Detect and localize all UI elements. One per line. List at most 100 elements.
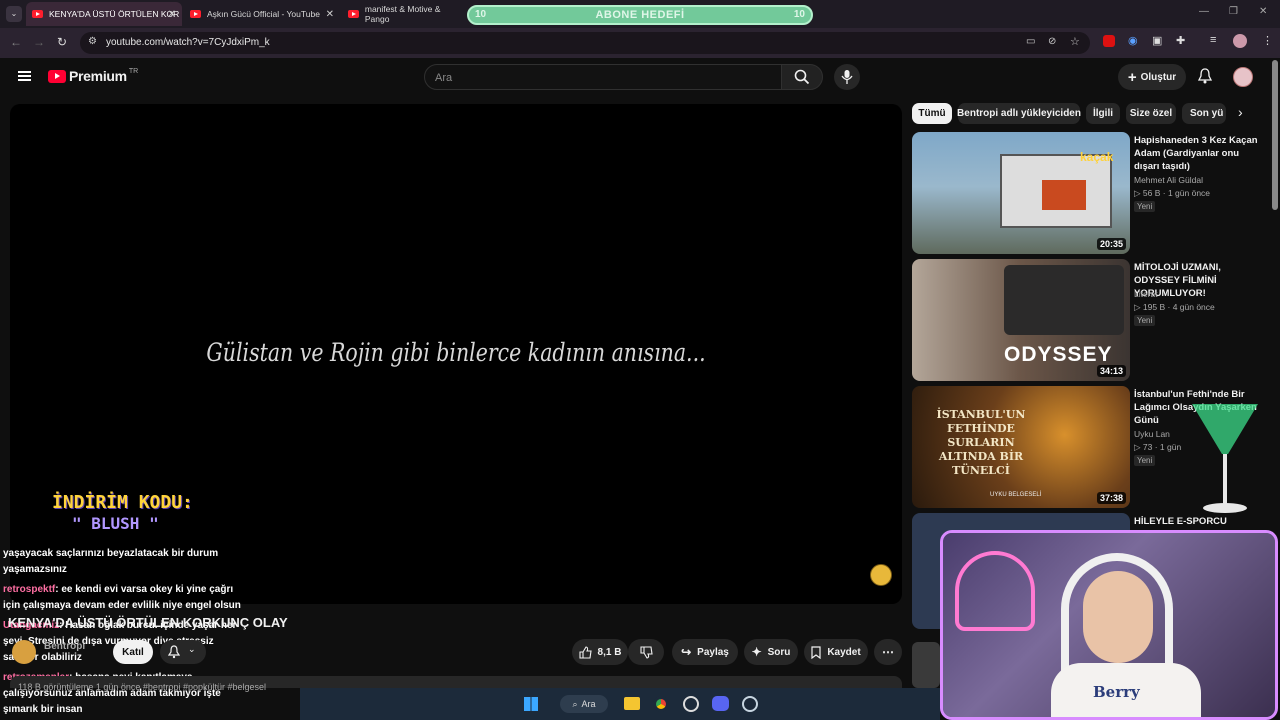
recommendation-channel[interactable]: Literat — [1134, 289, 1158, 299]
thumbs-up-icon — [578, 645, 592, 659]
youtube-logo[interactable]: Premium TR — [48, 68, 138, 84]
back-icon[interactable]: ← — [10, 35, 22, 49]
upload-age: 4 gün önce — [1172, 302, 1215, 312]
thumbnail-text: İSTANBUL'UN FETHİNDE SURLARIN ALTINDA Bİ… — [936, 408, 1026, 477]
voice-search-button[interactable] — [834, 64, 860, 90]
close-tab-icon[interactable]: ✕ — [168, 9, 176, 20]
hamburger-menu-icon[interactable] — [18, 71, 31, 81]
join-button[interactable]: Katıl — [113, 640, 153, 664]
chip-recent[interactable]: Son yü — [1182, 103, 1226, 124]
like-button[interactable]: 8,1 B — [572, 639, 628, 665]
video-thumbnail[interactable]: ODYSSEY 34:13 — [912, 259, 1130, 381]
search-input[interactable]: Ara — [424, 64, 782, 90]
tab-list-dropdown[interactable]: ⌄ — [6, 6, 22, 22]
recommendation-title[interactable]: Hapishaneden 3 Kez Kaçan Adam (Gardiyanl… — [1134, 134, 1264, 173]
notifications-bell-icon[interactable] — [1198, 68, 1212, 84]
ask-label: Soru — [767, 646, 791, 658]
video-caption-text: Gülistan ve Rojin gibi binlerce kadının … — [206, 338, 706, 367]
youtube-header: Premium TR Ara + Oluştur — [0, 58, 1270, 98]
thumbs-down-icon — [639, 645, 653, 659]
new-badge: Yeni — [1134, 315, 1156, 326]
recommendation-channel[interactable]: Mehmet Ali Güldal — [1134, 175, 1203, 185]
steam-icon[interactable] — [742, 696, 758, 712]
chip-related[interactable]: İlgili — [1086, 103, 1120, 124]
upload-age: 1 gün — [1159, 442, 1182, 452]
browser-menu-icon[interactable]: ⋮ — [1262, 34, 1273, 47]
page-scrollbar[interactable] — [1272, 60, 1278, 210]
github-icon[interactable] — [683, 696, 699, 712]
recommendation-item[interactable]: İSTANBUL'UN FETHİNDE SURLARIN ALTINDA Bİ… — [912, 386, 1272, 513]
reload-icon[interactable]: ↻ — [57, 35, 67, 49]
extension-icon[interactable]: ◉ — [1128, 34, 1138, 47]
close-tab-icon[interactable]: ✕ — [326, 9, 334, 20]
new-badge: Yeni — [1134, 455, 1156, 466]
chip-for-you[interactable]: Size özel — [1126, 103, 1176, 124]
extension-icon[interactable] — [1103, 35, 1115, 47]
media-control-icon[interactable]: ≡ — [1210, 34, 1216, 46]
dislike-button[interactable] — [628, 639, 664, 665]
windows-start-icon[interactable] — [524, 697, 538, 711]
video-duration: 37:38 — [1096, 492, 1126, 504]
url-bar[interactable]: ⚙ youtube.com/watch?v=7CyJdxiPm_k ▭ ⊘ ☆ — [80, 32, 1090, 54]
windows-taskbar: ⌕ Ara — [300, 688, 940, 720]
video-player[interactable]: Gülistan ve Rojin gibi binlerce kadının … — [10, 104, 902, 604]
discord-icon[interactable] — [712, 696, 729, 711]
recommendation-channel[interactable]: Uyku Lan — [1134, 429, 1170, 439]
webcam-overlay: Berry — [940, 530, 1278, 720]
hide-icon[interactable]: ⊘ — [1048, 36, 1056, 47]
chat-line: yaşamazsınız — [3, 564, 67, 575]
more-actions-button[interactable]: ⋯ — [874, 639, 902, 665]
plus-icon: + — [1127, 68, 1137, 86]
discount-code-overlay: İNDİRİM KODU: " BLUSH " — [24, 488, 194, 544]
youtube-favicon-icon — [32, 10, 43, 18]
chrome-icon[interactable] — [653, 696, 669, 712]
channel-name[interactable]: Bentropi — [44, 641, 85, 652]
taskbar-search[interactable]: ⌕ Ara — [560, 695, 608, 713]
share-button[interactable]: ↪ Paylaş — [672, 639, 738, 665]
recommendation-meta: ▷ 195 B · 4 gün önce — [1134, 302, 1215, 312]
forward-icon[interactable]: → — [33, 35, 45, 49]
chevron-down-icon: ⌄ — [188, 644, 196, 654]
subscribed-notifications-button[interactable]: ⌄ — [160, 640, 206, 664]
account-avatar[interactable] — [1233, 67, 1253, 87]
search-icon — [794, 69, 810, 85]
video-thumbnail[interactable]: kaçak 20:35 — [912, 132, 1130, 254]
more-horizontal-icon: ⋯ — [882, 645, 894, 659]
video-duration: 34:13 — [1096, 365, 1126, 377]
recommendation-item[interactable]: kaçak 20:35 Hapishaneden 3 Kez Kaçan Ada… — [912, 132, 1272, 254]
chevron-right-icon[interactable]: › — [1238, 104, 1243, 120]
tab-manifest[interactable]: manifest & Motive & Pango — [342, 2, 466, 26]
recommendation-meta: ▷ 73 · 1 gün — [1134, 442, 1182, 452]
profile-avatar-icon[interactable] — [1233, 34, 1247, 48]
minimize-icon[interactable]: — — [1199, 6, 1209, 17]
chip-from-uploader[interactable]: Bentropi adlı yükleyiciden — [957, 103, 1081, 124]
restore-icon[interactable]: ❐ — [1229, 6, 1238, 17]
chip-all[interactable]: Tümü — [912, 103, 952, 124]
thumbnail-subtext: UYKU BELGESELİ — [990, 492, 1042, 498]
channel-avatar[interactable] — [12, 640, 36, 664]
url-text: youtube.com/watch?v=7CyJdxiPm_k — [106, 37, 270, 48]
new-badge: Yeni — [1134, 201, 1156, 212]
description-meta: 118 B görüntüleme 1 gün önce #bentropi #… — [18, 682, 267, 692]
video-thumbnail[interactable]: İSTANBUL'UN FETHİNDE SURLARIN ALTINDA Bİ… — [912, 386, 1130, 508]
site-info-icon[interactable]: ⚙ — [88, 36, 97, 47]
recommendation-item[interactable]: ODYSSEY 34:13 MİTOLOJİ UZMANI, ODYSSEY F… — [912, 259, 1272, 381]
tab-kenya[interactable]: KENYA'DA ÜSTÜ ÖRTÜLEN KOR ✕ — [26, 2, 182, 26]
bell-icon — [168, 645, 180, 659]
video-thumbnail[interactable] — [912, 642, 940, 688]
chat-line: şımarık bir insan — [3, 704, 83, 715]
logo-text: Premium — [69, 68, 127, 84]
tab-askin-gucu[interactable]: Aşkın Gücü Official - YouTube ✕ — [184, 2, 340, 26]
create-button[interactable]: + Oluştur — [1118, 64, 1186, 90]
bookmark-star-icon[interactable]: ☆ — [1070, 35, 1080, 48]
extensions-puzzle-icon[interactable]: ✚ — [1176, 34, 1185, 47]
cast-icon[interactable]: ▭ — [1026, 36, 1035, 47]
extension-icon[interactable]: ▣ — [1152, 34, 1162, 47]
thumbnail-text: ODYSSEY — [1004, 343, 1113, 366]
file-explorer-icon[interactable] — [624, 697, 640, 710]
save-button[interactable]: Kaydet — [804, 639, 868, 665]
search-button[interactable] — [781, 64, 823, 90]
ask-button[interactable]: ✦ Soru — [744, 639, 798, 665]
youtube-play-icon — [48, 69, 66, 83]
close-window-icon[interactable]: ✕ — [1259, 6, 1267, 17]
